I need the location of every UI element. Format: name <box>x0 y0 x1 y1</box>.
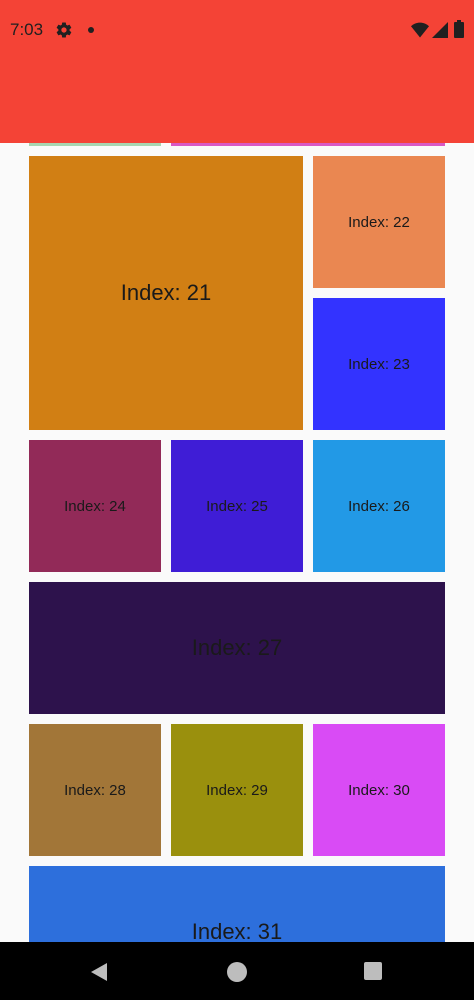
home-icon[interactable] <box>227 962 247 982</box>
status-time: 7:03 <box>10 20 44 39</box>
signal-icon <box>432 22 448 38</box>
back-icon[interactable] <box>89 962 109 982</box>
gear-icon <box>56 22 72 38</box>
tile-23[interactable]: Index: 23 <box>313 298 445 430</box>
tile-24[interactable]: Index: 24 <box>29 440 161 572</box>
tile-29[interactable]: Index: 29 <box>171 724 303 856</box>
tile-label: Index: 23 <box>348 355 410 373</box>
recents-icon[interactable] <box>364 962 382 980</box>
tile-label: Index: 26 <box>348 497 410 515</box>
tile-label: Index: 25 <box>206 497 268 515</box>
tile-25[interactable]: Index: 25 <box>171 440 303 572</box>
battery-icon <box>454 20 464 38</box>
app-bar: 7:03 <box>0 0 474 143</box>
tile-21[interactable]: Index: 21 <box>29 156 303 430</box>
tile-label: Index: 30 <box>348 781 410 799</box>
tile-26[interactable]: Index: 26 <box>313 440 445 572</box>
status-bar: 7:03 <box>0 0 474 60</box>
notification-dot-icon <box>88 27 94 33</box>
tile-label: Index: 21 <box>120 280 212 305</box>
tile-22[interactable]: Index: 22 <box>313 156 445 288</box>
tile-label: Index: 24 <box>64 497 126 515</box>
screen: Index: 21 Index: 22 Index: 23 Index: 24 … <box>0 0 474 1000</box>
tile-label: Index: 29 <box>206 781 268 799</box>
tile-28[interactable]: Index: 28 <box>29 724 161 856</box>
tile-label: Index: 28 <box>64 781 126 799</box>
wifi-icon <box>411 22 429 38</box>
tile-label: Index: 22 <box>348 213 410 231</box>
tile-grid[interactable]: Index: 21 Index: 22 Index: 23 Index: 24 … <box>0 0 474 1000</box>
tile-27[interactable]: Index: 27 <box>29 582 445 714</box>
tile-label: Index: 27 <box>191 635 283 660</box>
tile-30[interactable]: Index: 30 <box>313 724 445 856</box>
